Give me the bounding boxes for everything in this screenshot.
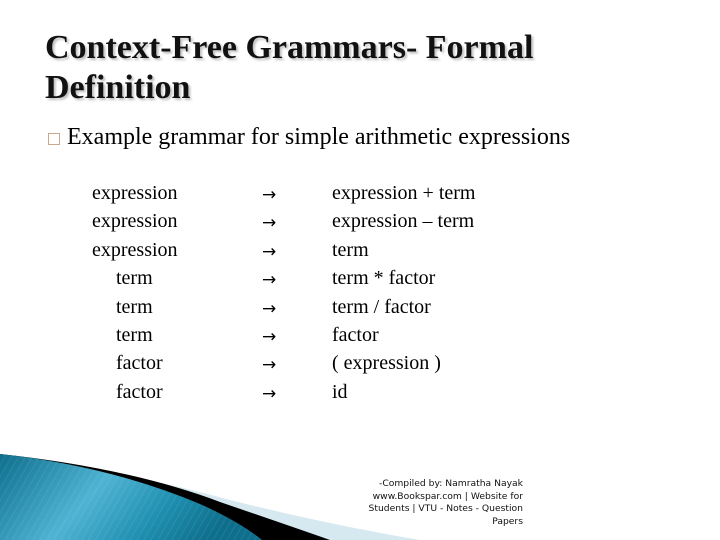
rule-lhs: expression (92, 210, 178, 233)
right-arrow-icon: → (262, 213, 277, 234)
rule-lhs: expression (92, 182, 178, 204)
right-arrow-icon: → (262, 270, 277, 291)
footer-line: -Compiled by: Namratha Nayak (379, 478, 523, 489)
right-arrow-icon: → (262, 326, 277, 347)
rule-rhs: expression + term (332, 182, 476, 204)
footer-line: Students | VTU - Notes - Question (368, 503, 523, 514)
rule-lhs: term (116, 323, 153, 346)
rule-lhs: term (116, 267, 153, 290)
rule-rhs: id (332, 380, 348, 403)
slide-title: Context-Free Grammars- Formal Definition (45, 29, 534, 106)
right-arrow-icon: → (262, 298, 277, 319)
square-bullet-icon (48, 133, 60, 145)
rule-rhs: expression – term (332, 210, 475, 233)
rule-rhs: term / factor (332, 295, 431, 318)
bullet-item: Example grammar for simple arithmetic ex… (48, 124, 570, 151)
right-arrow-icon: → (262, 241, 277, 262)
rule-rhs: factor (332, 323, 379, 346)
right-arrow-icon: → (262, 185, 277, 205)
rule-lhs: term (116, 295, 153, 318)
rule-lhs: factor (116, 380, 163, 403)
footer-credit: -Compiled by: Namratha Nayak www.Bookspa… (323, 478, 523, 528)
rule-rhs: term (332, 238, 369, 261)
footer-line: Papers (492, 515, 523, 527)
rule-lhs: expression (92, 238, 178, 261)
rule-lhs: factor (116, 352, 163, 375)
right-arrow-icon: → (262, 355, 277, 376)
rule-rhs: ( expression ) (332, 352, 441, 375)
bullet-text: Example grammar for simple arithmetic ex… (67, 124, 571, 150)
rule-rhs: term * factor (332, 267, 436, 290)
footer-line: www.Bookspar.com | Website for (372, 490, 523, 502)
right-arrow-icon: → (262, 383, 277, 404)
